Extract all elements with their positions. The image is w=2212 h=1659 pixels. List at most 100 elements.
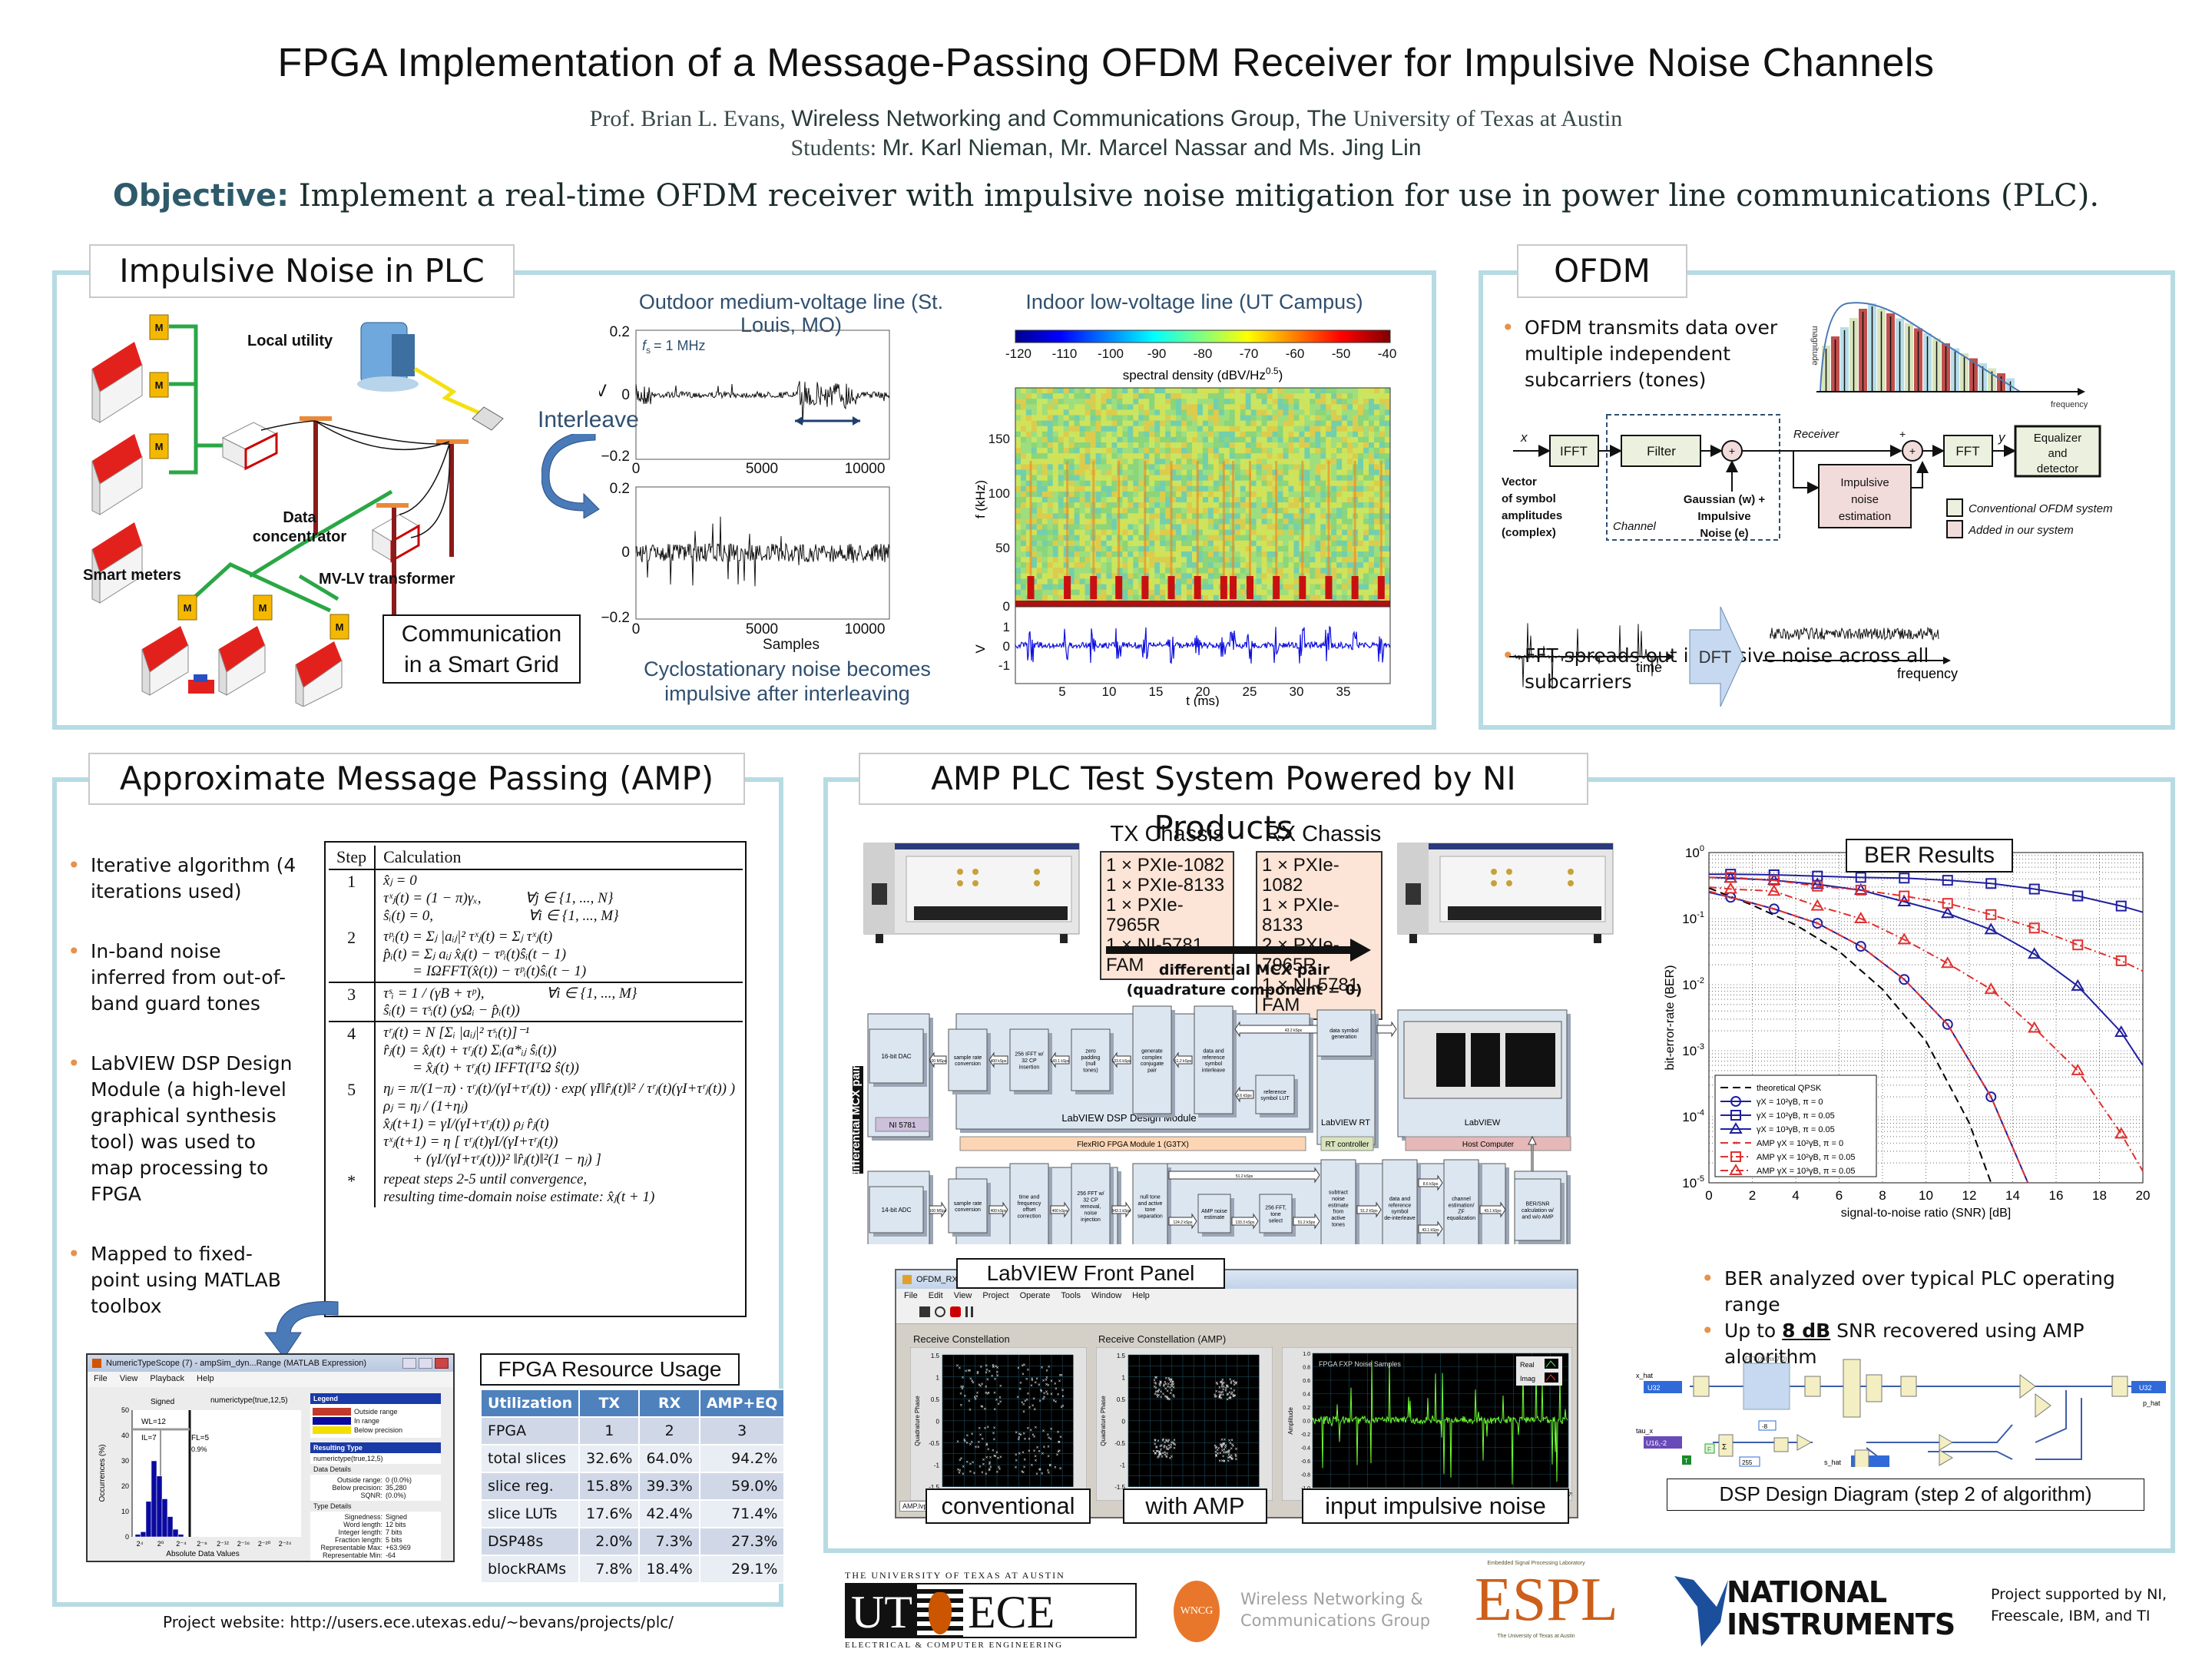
scope-side-panel: Legend Outside range In range Below precis…	[310, 1393, 441, 1561]
frequency-noise-trace	[1770, 626, 1939, 641]
constellation-point: ×	[981, 1438, 984, 1442]
constellation-point: ×	[988, 1369, 991, 1374]
ut-top-text: THE UNIVERSITY OF TEXAS AT AUSTIN	[845, 1570, 1065, 1581]
ytick: 0	[1003, 599, 1010, 614]
constellation-point: ×	[1047, 1384, 1050, 1389]
arrow-head-icon	[853, 416, 860, 426]
detail-key: Integer length:	[338, 1528, 382, 1536]
constellation-point: ×	[1220, 1443, 1224, 1448]
constellation-point: ×	[1169, 1386, 1172, 1391]
menu-playback[interactable]: Playback	[150, 1374, 184, 1385]
link-line: (quadrature component = 0)	[1126, 982, 1363, 998]
xtick: 2⁻²⁰	[258, 1540, 271, 1548]
table-cell: 39.3%	[638, 1472, 700, 1501]
legend-item: Below precision	[313, 1426, 439, 1434]
constellation-point: ×	[962, 1376, 965, 1381]
constellation-point: ×	[1041, 1366, 1044, 1370]
abort-button[interactable]	[950, 1306, 961, 1317]
grid-network-lines	[169, 324, 393, 613]
menu-help[interactable]: Help	[197, 1374, 214, 1385]
constellation-point: ×	[1034, 1455, 1037, 1459]
ytick: 30	[121, 1457, 129, 1465]
maximize-button[interactable]	[419, 1358, 432, 1369]
constellation-point: ×	[1041, 1452, 1045, 1456]
const1-title: Receive Constellation	[913, 1333, 1010, 1345]
pause-button[interactable]	[965, 1306, 973, 1317]
fft-node	[1743, 1363, 1790, 1410]
run-button[interactable]	[919, 1306, 930, 1317]
detail-row: SQNR: (0.0%)	[313, 1492, 438, 1499]
detail-value: 0 (0.0%)	[386, 1476, 412, 1484]
menu-item[interactable]: View	[954, 1291, 972, 1302]
below-note: 0.9%	[191, 1445, 207, 1453]
ytick: 10-4	[1682, 1108, 1704, 1124]
menu-item[interactable]: Edit	[929, 1291, 943, 1302]
constellation-point: ×	[1019, 1433, 1022, 1438]
constellation-point: ×	[1045, 1376, 1048, 1381]
rate-label: 400 kSps	[991, 1209, 1007, 1214]
close-button[interactable]	[435, 1358, 449, 1369]
run-continuous-button[interactable]	[935, 1306, 945, 1317]
dft-illustration: time DFT frequency	[1509, 606, 1958, 707]
xtick: 0	[632, 621, 641, 637]
ber-title: BER Results	[1846, 839, 2013, 873]
minimize-button[interactable]	[402, 1358, 416, 1369]
constellation-point: ×	[1222, 1393, 1225, 1398]
histogram-bar	[134, 1534, 141, 1538]
ece-text: ECE	[962, 1584, 1060, 1637]
xtick: 10000	[845, 461, 886, 477]
menu-file[interactable]: File	[94, 1374, 108, 1385]
constellation-point: ×	[998, 1465, 1001, 1470]
column-header: Step	[329, 846, 376, 870]
menu-item[interactable]: Project	[982, 1291, 1008, 1302]
constellation-point: ×	[972, 1381, 975, 1386]
constellation-point: ×	[1028, 1406, 1031, 1410]
constellation-point: ×	[1154, 1452, 1157, 1456]
constellation-point: ×	[969, 1409, 972, 1413]
constellation-point: ×	[1027, 1392, 1030, 1397]
menu-item[interactable]: Window	[1091, 1291, 1121, 1302]
menu-item[interactable]: Operate	[1020, 1291, 1051, 1302]
legend-swatch	[313, 1408, 351, 1416]
constellation-point: ×	[1017, 1396, 1020, 1400]
label-conventional: conventional	[926, 1488, 1091, 1524]
impulse-burst	[1325, 576, 1333, 599]
window-title: NumericTypeScope (7) - ampSim_dyn...Rang…	[106, 1359, 367, 1368]
ytick: 10-1	[1682, 910, 1704, 926]
rx-block-label: 256 FFT w/32 CP removal, noise injection	[1077, 1191, 1104, 1223]
constellation-point: ×	[1048, 1463, 1051, 1468]
amp-bullet: Iterative algorithm (4 iterations used)	[68, 853, 298, 905]
constellation-point: ×	[1163, 1384, 1166, 1389]
table-cell: 3	[698, 1416, 786, 1445]
constellation-point: ×	[982, 1462, 985, 1467]
menu-item[interactable]: Help	[1132, 1291, 1150, 1302]
menu-item[interactable]: File	[904, 1291, 918, 1302]
equation-line: x̂ⱼ = 0	[383, 873, 417, 889]
constellation-point: ×	[1022, 1432, 1025, 1436]
y-axis-label: Amplitude	[1287, 1407, 1294, 1435]
constellation-point: ×	[995, 1398, 998, 1402]
constellation-point: ×	[1057, 1431, 1060, 1435]
constellation-point: ×	[1038, 1468, 1041, 1472]
menu-view[interactable]: View	[120, 1374, 138, 1385]
constellation-point: ×	[1214, 1454, 1217, 1459]
receiver-label: Receiver	[1793, 428, 1839, 441]
table-cell: slice reg.	[479, 1472, 581, 1501]
ytick: 0.2	[1303, 1406, 1310, 1411]
menu-item[interactable]: Tools	[1061, 1291, 1081, 1302]
legend-swatch-real	[1545, 1359, 1558, 1369]
constellation-point: ×	[961, 1387, 964, 1392]
constellation-point: ×	[1054, 1382, 1057, 1386]
project-website[interactable]: Project website: http://users.ece.utexas…	[163, 1613, 674, 1631]
table-cell: 29.1%	[698, 1555, 786, 1584]
legend-label: AMP γX = 10³γB, π = 0.05	[1757, 1167, 1855, 1176]
equation-line: p̂ᵢ(t) = Σⱼ aᵢⱼ x̂ⱼ(t) − τᵖᵢ(t)ŝᵢ(t − 1)	[383, 946, 567, 962]
table-cell: 2	[638, 1416, 700, 1445]
xtick: 2⁻⁸	[197, 1540, 207, 1548]
ytick: 10	[121, 1508, 129, 1515]
detail-row: Representable Min: -64	[313, 1551, 438, 1559]
students-line: Students: Mr. Karl Nieman, Mr. Marcel Na…	[0, 135, 2212, 161]
ytick: 150	[988, 432, 1010, 446]
label-smart-meters: Smart meters	[83, 567, 181, 584]
impulse-burst	[1115, 576, 1123, 599]
